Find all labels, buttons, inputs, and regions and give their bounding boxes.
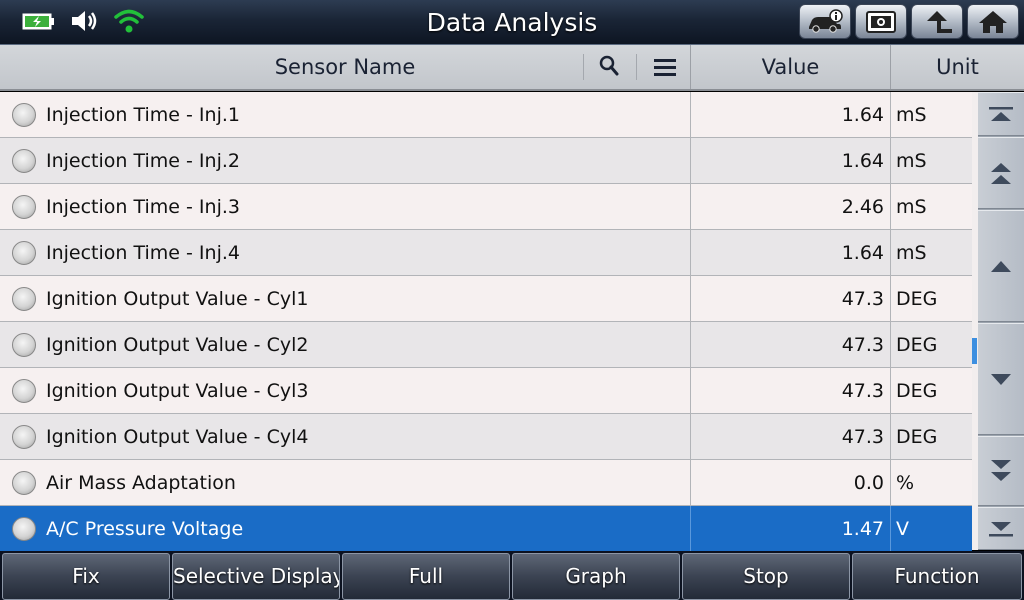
scroll-down-icon <box>991 374 1011 385</box>
sensor-value: 47.3 <box>690 368 890 414</box>
page-up-button[interactable] <box>978 137 1024 209</box>
row-radio[interactable] <box>12 379 36 403</box>
sensor-unit: mS <box>890 92 972 138</box>
page-down-icon <box>991 460 1011 481</box>
sensor-value: 47.3 <box>690 276 890 322</box>
scroll-down-button[interactable] <box>978 323 1024 435</box>
fix-button[interactable]: Fix <box>2 553 170 600</box>
page-up-icon <box>991 163 1011 184</box>
sensor-unit: mS <box>890 230 972 276</box>
sensor-name: Injection Time - Inj.4 <box>46 242 240 264</box>
sensor-value: 1.47 <box>690 506 890 552</box>
sensor-unit: DEG <box>890 276 972 322</box>
table-row[interactable]: Injection Time - Inj.2 1.64 mS <box>0 138 972 184</box>
table-row[interactable]: Ignition Output Value - Cyl2 47.3 DEG <box>0 322 972 368</box>
sensor-name: Ignition Output Value - Cyl3 <box>46 380 309 402</box>
sensor-unit: DEG <box>890 414 972 460</box>
full-button[interactable]: Full <box>342 553 510 600</box>
sensor-unit: mS <box>890 184 972 230</box>
sensor-name: A/C Pressure Voltage <box>46 518 244 540</box>
header-divider <box>636 54 637 80</box>
row-radio[interactable] <box>12 103 36 127</box>
screenshot-button[interactable] <box>855 4 907 39</box>
stop-button[interactable]: Stop <box>682 553 850 600</box>
scrollbar-thumb[interactable] <box>972 338 977 364</box>
sensor-name: Ignition Output Value - Cyl1 <box>46 288 309 310</box>
sensor-unit: % <box>890 460 972 506</box>
search-icon[interactable] <box>598 54 620 80</box>
sensor-name: Ignition Output Value - Cyl2 <box>46 334 309 356</box>
value-header: Value <box>690 45 890 89</box>
table-row[interactable]: Injection Time - Inj.1 1.64 mS <box>0 92 972 138</box>
table-row[interactable]: Ignition Output Value - Cyl4 47.3 DEG <box>0 414 972 460</box>
scroll-up-button[interactable] <box>978 210 1024 322</box>
scroll-bottom-button[interactable] <box>978 507 1024 550</box>
sensor-value: 1.64 <box>690 230 890 276</box>
row-radio[interactable] <box>12 517 36 541</box>
selective-display-button[interactable]: Selective Display <box>172 553 340 600</box>
sensor-name: Injection Time - Inj.2 <box>46 150 240 172</box>
row-radio[interactable] <box>12 287 36 311</box>
screenshot-icon <box>866 10 896 33</box>
sensor-value: 47.3 <box>690 414 890 460</box>
sensor-unit: DEG <box>890 368 972 414</box>
sensor-table: Injection Time - Inj.1 1.64 mS Injection T… <box>0 92 972 552</box>
scroll-nav <box>978 92 1024 550</box>
vehicle-info-button[interactable] <box>799 4 851 39</box>
sensor-name: Air Mass Adaptation <box>46 472 236 494</box>
scroll-top-icon <box>989 107 1013 121</box>
table-row[interactable]: Ignition Output Value - Cyl1 47.3 DEG <box>0 276 972 322</box>
sensor-unit: V <box>890 506 972 552</box>
row-radio[interactable] <box>12 333 36 357</box>
back-button[interactable] <box>911 4 963 39</box>
scroll-top-button[interactable] <box>978 92 1024 136</box>
table-row[interactable]: Air Mass Adaptation 0.0% <box>0 460 972 506</box>
table-row[interactable]: Injection Time - Inj.4 1.64 mS <box>0 230 972 276</box>
sensor-unit: DEG <box>890 322 972 368</box>
sensor-value: 0.0 <box>690 460 890 506</box>
title-bar: Data Analysis <box>0 0 1024 45</box>
row-radio[interactable] <box>12 471 36 495</box>
vehicle-info-icon <box>809 8 843 33</box>
home-icon <box>979 10 1007 33</box>
graph-button[interactable]: Graph <box>512 553 680 600</box>
table-row[interactable]: A/C Pressure Voltage 1.47 V <box>0 506 972 552</box>
table-row[interactable]: Ignition Output Value - Cyl3 47.3 DEG <box>0 368 972 414</box>
scroll-up-icon <box>991 261 1011 272</box>
row-radio[interactable] <box>12 241 36 265</box>
sensor-name: Injection Time - Inj.3 <box>46 196 240 218</box>
row-radio[interactable] <box>12 425 36 449</box>
header-tools <box>583 54 690 80</box>
sensor-value: 1.64 <box>690 92 890 138</box>
page-down-button[interactable] <box>978 436 1024 506</box>
sensor-value: 2.46 <box>690 184 890 230</box>
bottom-toolbar: Fix Selective Display Full Graph Stop Fu… <box>0 551 1024 600</box>
back-icon <box>927 10 952 33</box>
row-radio[interactable] <box>12 195 36 219</box>
sensor-value: 1.64 <box>690 138 890 184</box>
home-button[interactable] <box>967 4 1019 39</box>
sensor-value: 47.3 <box>690 322 890 368</box>
table-header: Sensor Name Value Unit <box>0 45 1024 91</box>
scroll-bottom-icon <box>989 521 1013 536</box>
function-button[interactable]: Function <box>852 553 1022 600</box>
table-row[interactable]: Injection Time - Inj.3 2.46 mS <box>0 184 972 230</box>
unit-header: Unit <box>890 45 1024 89</box>
sensor-unit: mS <box>890 138 972 184</box>
sensor-name: Injection Time - Inj.1 <box>46 104 240 126</box>
sensor-name: Ignition Output Value - Cyl4 <box>46 426 309 448</box>
menu-icon[interactable] <box>654 57 676 77</box>
row-radio[interactable] <box>12 149 36 173</box>
